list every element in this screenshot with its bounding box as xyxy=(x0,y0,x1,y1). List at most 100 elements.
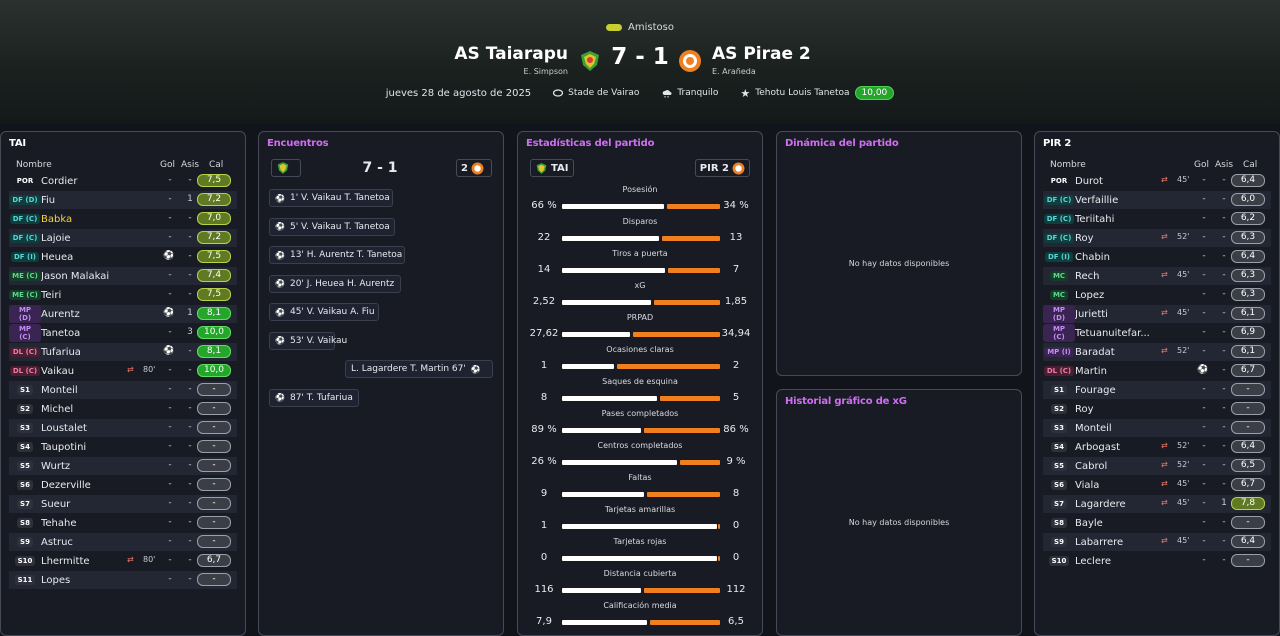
player-name[interactable]: Monteil xyxy=(41,385,131,396)
stats-panel-title: Estadísticas del partido xyxy=(526,138,655,149)
player-name[interactable]: Roy xyxy=(1075,404,1165,415)
player-name[interactable]: Lajoie xyxy=(41,233,131,244)
player-name[interactable]: Viala xyxy=(1075,480,1165,491)
player-name[interactable]: Heuea xyxy=(41,252,131,263)
goal-event[interactable]: ⚽ 13' H. Aurentz T. Tanetoa xyxy=(269,246,405,264)
player-name[interactable]: Martin xyxy=(1075,366,1165,377)
stat-home-value: 116 xyxy=(534,584,554,595)
player-rating: 6,9 xyxy=(1231,326,1265,339)
events-home-team-box[interactable] xyxy=(271,159,301,177)
goal-event-text: 45' V. Vaikau A. Fiu xyxy=(289,307,375,317)
stat-home-bar xyxy=(562,332,630,337)
player-name[interactable]: Lopez xyxy=(1075,290,1165,301)
player-rating: 8,1 xyxy=(197,307,231,320)
player-goals: - xyxy=(168,194,172,204)
position-badge: S4 xyxy=(1051,442,1067,452)
goal-event[interactable]: ⚽ 45' V. Vaikau A. Fiu xyxy=(269,303,379,321)
player-name[interactable]: Astruc xyxy=(41,537,131,548)
player-name[interactable]: Loustalet xyxy=(41,423,131,434)
player-name[interactable]: Sueur xyxy=(41,499,131,510)
stat-home-value: 1 xyxy=(540,520,548,531)
player-goals: - xyxy=(168,384,172,394)
player-name[interactable]: Wurtz xyxy=(41,461,131,472)
substitution-icon: ⇄ xyxy=(1161,308,1168,317)
player-name[interactable]: Teriitahi xyxy=(1075,214,1165,225)
dynamics-panel-title: Dinámica del partido xyxy=(785,138,899,149)
player-name[interactable]: Tehahe xyxy=(41,518,131,529)
player-name[interactable]: Fourage xyxy=(1075,385,1165,396)
stat-away-bar xyxy=(660,396,720,401)
events-away-team-box[interactable]: 2 xyxy=(456,159,492,177)
goal-event[interactable]: ⚽ 5' V. Vaikau T. Tanetoa xyxy=(269,217,395,236)
player-name[interactable]: Dezerville xyxy=(41,480,131,491)
player-position: DF (D) xyxy=(9,195,41,205)
away-team[interactable]: AS Pirae 2 E. Arañeda xyxy=(712,44,811,76)
player-assists: - xyxy=(188,384,192,394)
player-name[interactable]: Cordier xyxy=(41,176,131,187)
stats-away-team-box[interactable]: PIR 2 xyxy=(694,159,750,177)
goal-event[interactable]: L. Lagardere T. Martin 67' ⚽ xyxy=(345,360,493,378)
position-badge: S6 xyxy=(17,480,33,490)
player-name[interactable]: Tetuanuitefar... xyxy=(1075,328,1165,339)
player-rating: 7,5 xyxy=(197,174,231,187)
player-name[interactable]: Tufariua xyxy=(41,347,131,358)
player-name[interactable]: Michel xyxy=(41,404,131,415)
player-name[interactable]: Arbogast xyxy=(1075,442,1165,453)
substitution-minute: 45' xyxy=(1177,175,1190,184)
player-rating: 7,8 xyxy=(1231,497,1265,510)
player-name[interactable]: Jurietti xyxy=(1075,309,1165,320)
player-name[interactable]: Tanetoa xyxy=(41,328,131,339)
mvp-info[interactable]: ★ Tehotu Louis Tanetoa 10,00 xyxy=(740,86,895,100)
player-position: DF (I) xyxy=(1043,252,1075,262)
match-date: jueves 28 de agosto de 2025 xyxy=(385,87,532,99)
col-goals: Gol xyxy=(1194,160,1209,170)
player-name[interactable]: Rech xyxy=(1075,271,1165,282)
player-name[interactable]: Verfaillie xyxy=(1075,195,1165,206)
goal-event[interactable]: ⚽ 53' V. Vaikau xyxy=(269,331,347,350)
player-assists: - xyxy=(1222,194,1226,204)
player-name[interactable]: Chabin xyxy=(1075,252,1165,263)
player-name[interactable]: Babka xyxy=(41,214,131,225)
player-name[interactable]: Vaikau xyxy=(41,366,131,377)
away-manager[interactable]: E. Arañeda xyxy=(712,67,811,76)
player-name[interactable]: Durot xyxy=(1075,176,1165,187)
stats-home-team-box[interactable]: TAI xyxy=(530,159,574,177)
player-name[interactable]: Teiri xyxy=(41,290,131,301)
player-name[interactable]: Bayle xyxy=(1075,518,1165,529)
player-name[interactable]: Roy xyxy=(1075,233,1165,244)
player-name[interactable]: Lopes xyxy=(41,575,131,586)
player-rating: 6,4 xyxy=(1231,250,1265,263)
substitution-icon: ⇄ xyxy=(127,555,134,564)
player-name[interactable]: Baradat xyxy=(1075,347,1165,358)
player-assists: - xyxy=(188,175,192,185)
stat-away-value: 1,85 xyxy=(724,296,748,307)
player-name[interactable]: Lhermitte xyxy=(41,556,131,567)
away-crest-icon[interactable] xyxy=(678,49,702,73)
home-crest-icon[interactable] xyxy=(578,49,602,73)
player-rating: - xyxy=(197,440,231,453)
goal-event[interactable]: ⚽ 20' J. Heuea H. Aurentz xyxy=(269,274,401,293)
player-goals: - xyxy=(168,517,172,527)
player-name[interactable]: Fiu xyxy=(41,195,131,206)
player-rating: 7,2 xyxy=(197,193,231,206)
player-name[interactable]: Monteil xyxy=(1075,423,1165,434)
player-name[interactable]: Jason Malakai xyxy=(41,271,131,282)
player-assists: - xyxy=(188,365,192,375)
player-name[interactable]: Taupotini xyxy=(41,442,131,453)
home-team[interactable]: AS Taiarapu E. Simpson xyxy=(454,44,568,76)
player-name[interactable]: Cabrol xyxy=(1075,461,1165,472)
goal-event[interactable]: ⚽ 87' T. Tufariua xyxy=(269,388,359,407)
position-badge: DF (C) xyxy=(9,214,41,224)
stat-away-value: 8 xyxy=(732,488,740,499)
player-name[interactable]: Lagardere xyxy=(1075,499,1165,510)
stat-away-value: 6,5 xyxy=(728,616,744,627)
player-name[interactable]: Leclere xyxy=(1075,556,1165,567)
player-position: DL (C) xyxy=(1043,366,1075,376)
player-name[interactable]: Labarrere xyxy=(1075,537,1165,548)
player-name[interactable]: Aurentz xyxy=(41,309,131,320)
mvp-name[interactable]: Tehotu Louis Tanetoa xyxy=(755,88,849,98)
away-team-name[interactable]: AS Pirae 2 xyxy=(712,44,811,64)
home-manager[interactable]: E. Simpson xyxy=(454,67,568,76)
goal-event[interactable]: ⚽ 1' V. Vaikau T. Tanetoa xyxy=(269,189,393,207)
home-team-name[interactable]: AS Taiarapu xyxy=(454,44,568,64)
